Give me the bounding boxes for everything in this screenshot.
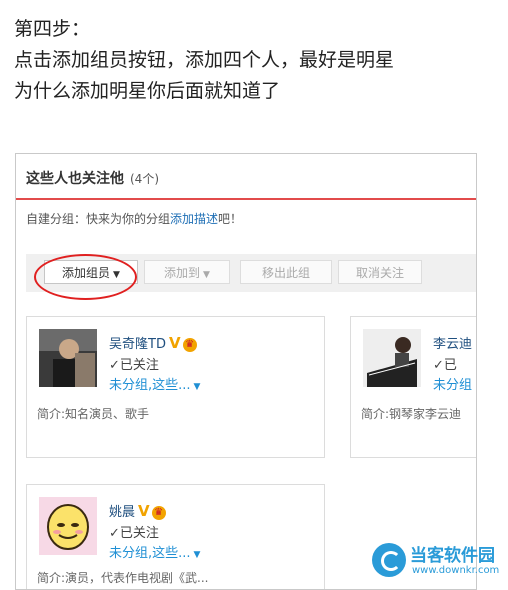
add-to-button[interactable]: 添加到 ▼ xyxy=(144,260,230,284)
site-logo-icon xyxy=(372,543,406,577)
group-select-label: 未分组,这些... xyxy=(109,546,191,561)
member-bio: 简介:钢琴家李云迪 xyxy=(361,407,462,421)
group-hint-prefix: 自建分组：快来为你的分组 xyxy=(26,212,171,226)
member-card: 吴奇隆TD V ♛ ✓已关注 未分组,这些... ▼ 简介:知名演员、歌手 xyxy=(26,316,325,458)
highlight-circle xyxy=(34,254,137,300)
tutorial-text: 第四步： 点击添加组员按钮，添加四个人，最好是明星 为什么添加明星你后面就知道了 xyxy=(14,14,504,107)
step-heading: 第四步： xyxy=(14,18,91,40)
member-bio: 简介:演员，代表作电视剧《武... xyxy=(37,571,209,585)
instruction-line-1: 点击添加组员按钮，添加四个人，最好是明星 xyxy=(14,49,395,71)
group-select-link[interactable]: 未分组,这些... ▼ xyxy=(109,542,200,561)
unfollow-button[interactable]: 取消关注 xyxy=(338,260,422,284)
crown-icon: ♛ xyxy=(151,506,166,520)
title-divider xyxy=(16,198,476,200)
member-card: 李云迪 ✓已 未分组 简介:钢琴家李云迪 xyxy=(350,316,476,458)
member-count: (4个) xyxy=(130,172,159,186)
followed-status: ✓已关注 xyxy=(109,526,159,541)
followed-status: ✓已关注 xyxy=(109,358,159,373)
member-name[interactable]: 李云迪 xyxy=(433,337,472,352)
member-name-line: 吴奇隆TD V ♛ xyxy=(109,333,197,352)
watermark-title: 当客软件园 xyxy=(410,546,495,566)
verified-v-icon: V xyxy=(168,334,181,352)
member-name-line: 李云迪 xyxy=(433,333,472,352)
site-watermark: 当客软件园 www.downkr.com xyxy=(372,541,502,581)
panel-title: 这些人也关注他 (4个) xyxy=(26,168,159,188)
verified-v-icon: V xyxy=(138,502,150,520)
avatar[interactable] xyxy=(363,329,421,387)
member-name[interactable]: 姚晨 xyxy=(109,505,135,520)
member-bio: 简介:知名演员、歌手 xyxy=(37,407,150,421)
watermark-url: www.downkr.com xyxy=(412,565,500,576)
group-hint-suffix: 吧！ xyxy=(218,212,243,226)
caret-down-icon: ▼ xyxy=(193,382,201,392)
caret-down-icon: ▼ xyxy=(193,550,201,560)
crown-icon: ♛ xyxy=(182,338,197,352)
caret-down-icon: ▼ xyxy=(203,270,210,280)
member-name-line: 姚晨 V ♛ xyxy=(109,501,166,520)
remove-from-group-button[interactable]: 移出此组 xyxy=(240,260,332,284)
group-select-label: 未分组 xyxy=(433,378,473,393)
panel-title-text: 这些人也关注他 xyxy=(26,171,124,187)
instruction-line-2: 为什么添加明星你后面就知道了 xyxy=(14,80,281,102)
followed-status: ✓已 xyxy=(433,358,457,373)
group-select-link[interactable]: 未分组 xyxy=(433,374,472,393)
group-select-link[interactable]: 未分组,这些... ▼ xyxy=(109,374,200,393)
avatar[interactable] xyxy=(39,497,97,555)
member-name[interactable]: 吴奇隆TD xyxy=(109,337,166,352)
group-select-label: 未分组,这些... xyxy=(109,378,191,393)
group-hint: 自建分组：快来为你的分组添加描述吧！ xyxy=(26,210,242,227)
avatar[interactable] xyxy=(39,329,97,387)
add-description-link[interactable]: 添加描述 xyxy=(170,212,218,226)
member-card: 姚晨 V ♛ ✓已关注 未分组,这些... ▼ 简介:演员，代表作电视剧《武... xyxy=(26,484,325,589)
follow-group-panel: 这些人也关注他 (4个) 自建分组：快来为你的分组添加描述吧！ 添加组员 ▼ 添加到… xyxy=(15,153,477,590)
add-to-label: 添加到 xyxy=(164,266,201,280)
